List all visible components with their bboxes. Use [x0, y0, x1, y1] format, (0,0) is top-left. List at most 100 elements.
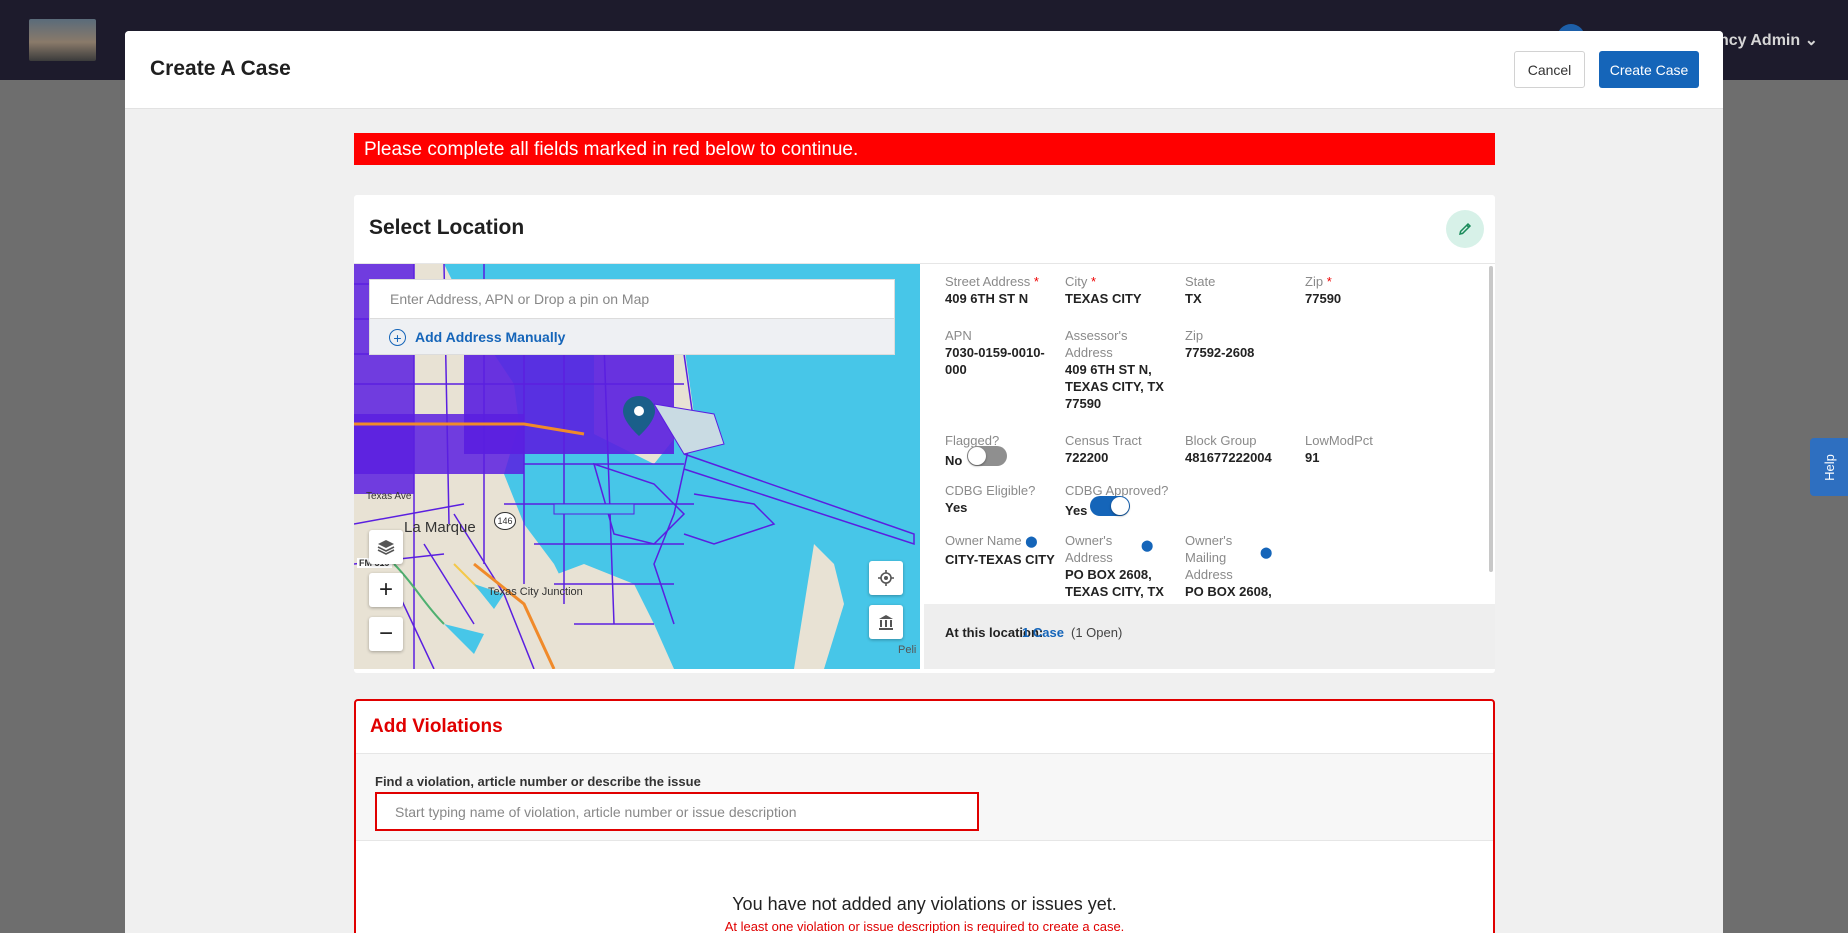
modal-title: Create A Case	[150, 57, 291, 80]
required-indicator: *	[1033, 274, 1039, 289]
field-label: Census Tract	[1065, 433, 1142, 448]
section-title: Select Location	[369, 216, 525, 239]
pencil-icon	[1458, 222, 1472, 236]
parcel-info-panel: Street Address * 409 6TH ST N City * TEX…	[924, 264, 1495, 604]
field-label: APN	[945, 328, 972, 343]
empty-state-error: At least one violation or issue descript…	[724, 919, 1125, 933]
field-label: LowModPct	[1305, 433, 1373, 448]
field-label: Owner's	[1185, 533, 1233, 548]
cdbg-eligible-field: CDBG Eligible? Yes	[945, 482, 1035, 516]
field-label: Street Address	[945, 274, 1031, 289]
field-value: 722200	[1065, 450, 1109, 465]
census-tract-field: Census Tract 722200	[1065, 432, 1142, 466]
location-case-summary: At this location: 1 Case (1 Open)	[924, 604, 1495, 669]
app-logo[interactable]	[29, 19, 96, 61]
field-label: Mailing	[1185, 550, 1227, 565]
cases-link[interactable]: 1 Case	[1022, 625, 1064, 640]
field-value: 409 6TH ST N,	[1065, 362, 1152, 377]
field-label: Zip	[1305, 274, 1324, 289]
add-violations-card: Add Violations Find a violation, article…	[354, 699, 1495, 933]
violation-search-input[interactable]: Start typing name of violation, article …	[375, 792, 979, 831]
plus-circle-icon: +	[389, 329, 406, 346]
field-value: 77590	[1305, 291, 1342, 306]
violation-search-label: Find a violation, article number or desc…	[375, 774, 701, 789]
flagged-toggle[interactable]	[967, 446, 1007, 466]
add-manual-label: Add Address Manually	[415, 329, 566, 345]
map-label: La Marque	[404, 519, 476, 536]
open-count: (1 Open)	[1071, 625, 1123, 640]
field-value: TEXAS CITY, TX	[1065, 379, 1164, 394]
map[interactable]: Enter Address, APN or Drop a pin on Map …	[354, 264, 920, 669]
address-search-input[interactable]: Enter Address, APN or Drop a pin on Map	[369, 279, 895, 319]
field-value: 7030-0159-0010-	[945, 345, 1045, 360]
plus-icon: +	[378, 576, 393, 603]
toggle-knob	[968, 447, 986, 465]
add-address-manually-button[interactable]: + Add Address Manually	[369, 319, 895, 355]
zip-field: Zip * 77590	[1305, 273, 1341, 307]
location-pin-icon[interactable]: ⬤	[1141, 539, 1153, 552]
violation-search-section: Find a violation, article number or desc…	[356, 753, 1493, 841]
street-address-field: Street Address * 409 6TH ST N	[945, 273, 1039, 307]
required-indicator: *	[1326, 274, 1332, 289]
field-value: CITY-TEXAS CITY	[945, 552, 1055, 567]
minus-icon: −	[378, 620, 393, 647]
field-label: Block Group	[1185, 433, 1257, 448]
owners-mailing-address-field: Owner's Mailing Address PO BOX 2608,	[1185, 532, 1272, 600]
city-field: City * TEXAS CITY	[1065, 273, 1142, 307]
edit-location-button[interactable]	[1446, 210, 1484, 248]
field-label: State	[1185, 274, 1216, 289]
field-value: PO BOX 2608,	[1185, 584, 1272, 599]
help-tab[interactable]: Help	[1810, 438, 1848, 496]
section-title: Add Violations	[370, 716, 503, 737]
location-pin-icon[interactable]: ⬤	[1025, 536, 1037, 548]
zoom-in-button[interactable]: +	[369, 573, 403, 607]
location-pin-icon[interactable]: ⬤	[1260, 546, 1272, 559]
field-value: 77590	[1065, 396, 1102, 411]
field-label: City	[1065, 274, 1088, 289]
field-label: Address	[1065, 345, 1113, 360]
map-label: Peli	[898, 644, 917, 656]
help-label: Help	[1821, 453, 1837, 481]
empty-state-message: You have not added any violations or iss…	[732, 894, 1117, 914]
field-value: PO BOX 2608,	[1065, 567, 1152, 582]
apn-field: APN 7030-0159-0010- 000	[945, 327, 1045, 378]
map-label: Texas City Junction	[488, 586, 583, 598]
field-value: 409 6TH ST N	[945, 291, 1029, 306]
create-case-button[interactable]: Create Case	[1599, 51, 1699, 88]
cdbg-approved-toggle[interactable]	[1090, 496, 1130, 516]
field-value: 77592-2608	[1185, 345, 1255, 360]
toggle-knob	[1111, 497, 1129, 515]
field-value: Yes	[945, 500, 968, 515]
owner-name-field: Owner Name ⬤ CITY-TEXAS CITY	[945, 532, 1055, 568]
user-name: ency Admin	[1710, 32, 1801, 49]
layers-icon	[377, 540, 395, 555]
field-value: TX	[1185, 291, 1202, 306]
chevron-down-icon: ⌄	[1804, 32, 1818, 49]
field-value: 481677222004	[1185, 450, 1272, 465]
parcel-layer-button[interactable]	[869, 605, 903, 639]
scrollbar[interactable]	[1489, 266, 1493, 572]
cancel-button[interactable]: Cancel	[1514, 51, 1585, 88]
state-field: State TX	[1185, 273, 1215, 307]
user-menu[interactable]: ency Admin ⌄	[1710, 30, 1818, 50]
field-label: Assessor's	[1065, 328, 1128, 343]
error-banner: Please complete all fields marked in red…	[354, 133, 1495, 165]
field-value: 000	[945, 362, 967, 377]
field-label: CDBG Eligible?	[945, 483, 1036, 498]
field-value: 91	[1305, 450, 1320, 465]
zoom-out-button[interactable]: −	[369, 617, 403, 651]
layers-button[interactable]	[369, 530, 403, 564]
modal-header: Create A Case Cancel Create Case	[125, 31, 1723, 109]
field-value: TEXAS CITY, TX	[1065, 584, 1164, 599]
crosshair-icon	[878, 570, 894, 586]
field-label: Owner Name	[945, 533, 1022, 548]
block-group-field: Block Group 481677222004	[1185, 432, 1272, 466]
map-label: 146	[494, 512, 516, 530]
building-icon	[879, 615, 893, 630]
my-location-button[interactable]	[869, 561, 903, 595]
field-label: Zip	[1185, 328, 1204, 343]
assessors-address-field: Assessor's Address 409 6TH ST N, TEXAS C…	[1065, 327, 1164, 412]
required-indicator: *	[1091, 274, 1097, 289]
map-label: Texas Ave	[366, 491, 412, 502]
assessor-zip-field: Zip 77592-2608	[1185, 327, 1254, 361]
